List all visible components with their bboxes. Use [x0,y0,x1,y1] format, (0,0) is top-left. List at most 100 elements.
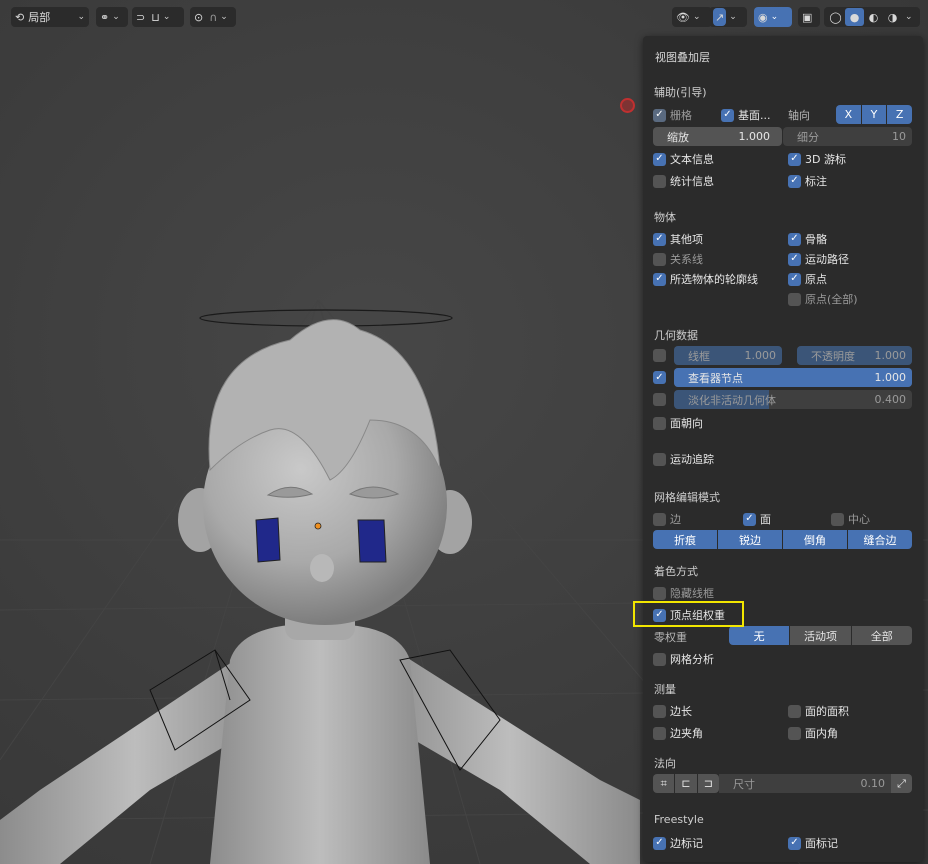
fade-geometry-checkbox[interactable] [653,393,670,406]
origins-all-checkbox[interactable]: 原点(全部) [788,291,858,307]
viewport-overlays-popover: 视图叠加层 辅助(引导) ✓ 栅格 ✓ 基面... 轴向 X Y Z 缩放 1.000… [643,36,923,862]
mesh-markers-group[interactable]: 折痕 锐边 倒角 缝合边 [653,530,912,549]
fade-geometry-field[interactable]: 淡化非活动几何体 0.400 [674,390,912,409]
section-objects: 物体 [654,211,676,224]
face-orientation-checkbox[interactable]: 面朝向 [653,415,703,431]
hidden-wire-checkbox[interactable]: 隐藏线框 [653,585,714,601]
normals-constant-size-toggle[interactable]: ⤢ [891,774,912,793]
face-angle-checkbox[interactable]: 面内角 [788,725,838,741]
chevron-down-icon: ⌄ [729,12,737,22]
material-icon[interactable]: ◐ [864,11,883,24]
local-orientation-icon: ⟲ [15,10,25,24]
eye-icon: 👁 [676,10,690,24]
crease-toggle[interactable]: 折痕 [653,530,718,549]
annotations-checkbox[interactable]: ✓ 标注 [788,173,827,189]
viewport-header: ⟲ 局部 ⌄ ⚭⌄ ⊃ ⊔⌄ ⊙ ∩⌄ 👁⌄ ↗⌄ ◉⌄ ▣ ◯ ● [0,0,928,34]
solid-icon[interactable]: ● [845,8,864,26]
proportional-icon: ⊙ [194,10,204,24]
3d-cursor-checkbox[interactable]: ✓ 3D 游标 [788,151,846,167]
seam-toggle[interactable]: 缝合边 [848,530,912,549]
chevron-down-icon: ⌄ [770,12,779,22]
panel-title: 视图叠加层 [655,51,710,64]
gizmo-dropdown[interactable]: ↗ ⌄ [709,7,747,27]
right-eye [357,519,387,563]
face-area-checkbox[interactable]: 面的面积 [788,703,849,719]
subdivisions-field[interactable]: 细分 10 [783,127,912,146]
statistics-checkbox[interactable]: 统计信息 [653,173,714,189]
xray-icon: ▣ [802,10,813,24]
mode-dropdown[interactable]: ⟲ 局部 ⌄ [11,7,89,27]
edge-length-checkbox[interactable]: 边长 [653,703,692,719]
chevron-down-icon: ⌄ [692,12,701,22]
scale-field[interactable]: 缩放 1.000 [653,127,782,146]
text-info-checkbox[interactable]: ✓ 文本信息 [653,151,714,167]
bevel-toggle[interactable]: 倒角 [783,530,848,549]
zero-weights-label: 零权重 [654,631,687,644]
zero-weights-group[interactable]: 无 活动项 全部 [729,626,912,645]
snap-target-icon: ⊔ [151,10,160,24]
record-indicator [620,98,635,113]
extras-checkbox[interactable]: ✓ 其他项 [653,231,703,247]
falloff-icon: ∩ [209,10,218,24]
zero-weights-all[interactable]: 全部 [851,626,912,645]
viewer-node-field[interactable]: 查看器节点 1.000 [674,368,912,387]
vertex-normals-icon[interactable]: ⌗ [653,774,676,793]
axis-y-toggle[interactable]: Y [861,105,888,124]
motion-tracking-checkbox[interactable]: 运动追踪 [653,451,714,467]
origin-point [314,522,322,530]
gizmo-icon: ↗ [713,8,727,26]
shading-group[interactable]: ◯ ● ◐ ◑ ⌄ [824,7,920,27]
axis-x-toggle[interactable]: X [836,105,862,124]
wireframe-checkbox[interactable] [653,349,670,362]
zero-weights-none[interactable]: 无 [729,626,791,645]
outline-selected-checkbox[interactable]: ✓ 所选物体的轮廓线 [653,271,758,287]
split-normals-icon[interactable]: ⊏ [675,774,698,793]
3d-viewport[interactable]: ⟲ 局部 ⌄ ⚭⌄ ⊃ ⊔⌄ ⊙ ∩⌄ 👁⌄ ↗⌄ ◉⌄ ▣ ◯ ● [0,0,928,864]
section-normals: 法向 [654,757,676,770]
chevron-down-icon: ⌄ [162,12,171,22]
freestyle-face-marks-checkbox[interactable]: ✓ 面标记 [788,835,838,851]
proportional-edit-group[interactable]: ⊙ ∩ ⌄ [190,7,236,27]
chevron-down-icon: ⌄ [220,12,228,22]
section-freestyle: Freestyle [654,813,704,826]
motion-paths-checkbox[interactable]: ✓ 运动路径 [788,251,849,267]
viewer-node-checkbox[interactable]: ✓ [653,371,670,384]
pivot-dropdown[interactable]: ⚭ ⌄ [96,7,128,27]
wireframe-icon[interactable]: ◯ [826,11,845,24]
mode-label: 局部 [28,11,51,24]
normals-size-field[interactable]: 尺寸 0.10 [719,774,891,793]
axis-label: 轴向 [788,109,810,122]
rendered-icon[interactable]: ◑ [883,11,902,24]
bones-checkbox[interactable]: ✓ 骨骼 [788,231,827,247]
edge-angle-checkbox[interactable]: 边夹角 [653,725,703,741]
resize-icon: ⤢ [891,774,912,793]
overlay-dropdown[interactable]: ◉ ⌄ [754,7,792,27]
torso [210,625,430,864]
overlay-icon: ◉ [758,10,768,24]
axis-toggle-group[interactable]: X Y Z [836,105,912,124]
normals-type-group[interactable]: ⌗ ⊏ ⊐ [653,774,719,793]
visibility-dropdown[interactable]: 👁 ⌄ [672,7,712,27]
face-normals-icon[interactable]: ⊐ [697,774,719,793]
sharp-toggle[interactable]: 锐边 [718,530,783,549]
faces-checkbox[interactable]: ✓ 面 [743,511,771,527]
zero-weights-active[interactable]: 活动项 [790,626,852,645]
opacity-field[interactable]: 不透明度 1.000 [797,346,912,365]
grid-checkbox[interactable]: ✓ 栅格 [653,107,692,123]
freestyle-edge-marks-checkbox[interactable]: ✓ 边标记 [653,835,703,851]
mesh-analysis-checkbox[interactable]: 网格分析 [653,651,714,667]
relationship-lines-checkbox[interactable]: 关系线 [653,251,703,267]
section-measurement: 测量 [654,683,676,696]
highlight-box [633,601,744,627]
pivot-icon: ⚭ [100,10,110,24]
edges-checkbox[interactable]: 边 [653,511,681,527]
wireframe-field[interactable]: 线框 1.000 [674,346,782,365]
floor-checkbox[interactable]: ✓ 基面... [721,107,771,123]
origins-checkbox[interactable]: ✓ 原点 [788,271,827,287]
snap-group[interactable]: ⊃ ⊔ ⌄ [132,7,184,27]
center-checkbox[interactable]: 中心 [831,511,870,527]
axis-z-toggle[interactable]: Z [887,105,912,124]
section-geometry: 几何数据 [654,329,698,342]
xray-toggle[interactable]: ▣ [798,7,820,27]
section-guides: 辅助(引导) [654,86,707,99]
